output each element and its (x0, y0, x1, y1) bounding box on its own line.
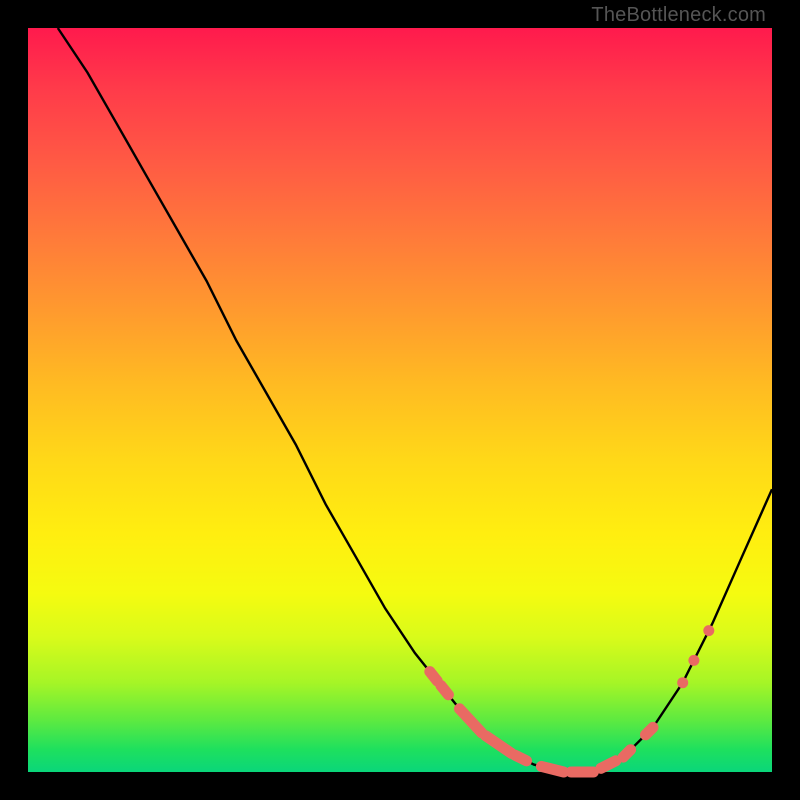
curve-marker-segment (441, 686, 449, 695)
curve-marker-dot (688, 655, 699, 666)
curve-marker-dot (677, 677, 688, 688)
curve-marker-segment (460, 709, 482, 733)
chart-svg (28, 28, 772, 772)
bottleneck-curve (58, 28, 772, 772)
curve-marker-segment (601, 761, 616, 769)
watermark-text: TheBottleneck.com (591, 4, 766, 27)
chart-frame (28, 28, 772, 772)
curve-marker-segment (646, 727, 654, 734)
curve-marker-dot (703, 625, 714, 636)
curve-marker-segment (623, 750, 630, 757)
curve-marker-segment (515, 755, 526, 761)
curve-marker-segment (541, 766, 563, 772)
curve-marker-segment (486, 736, 512, 754)
curve-marker-segment (430, 672, 437, 681)
